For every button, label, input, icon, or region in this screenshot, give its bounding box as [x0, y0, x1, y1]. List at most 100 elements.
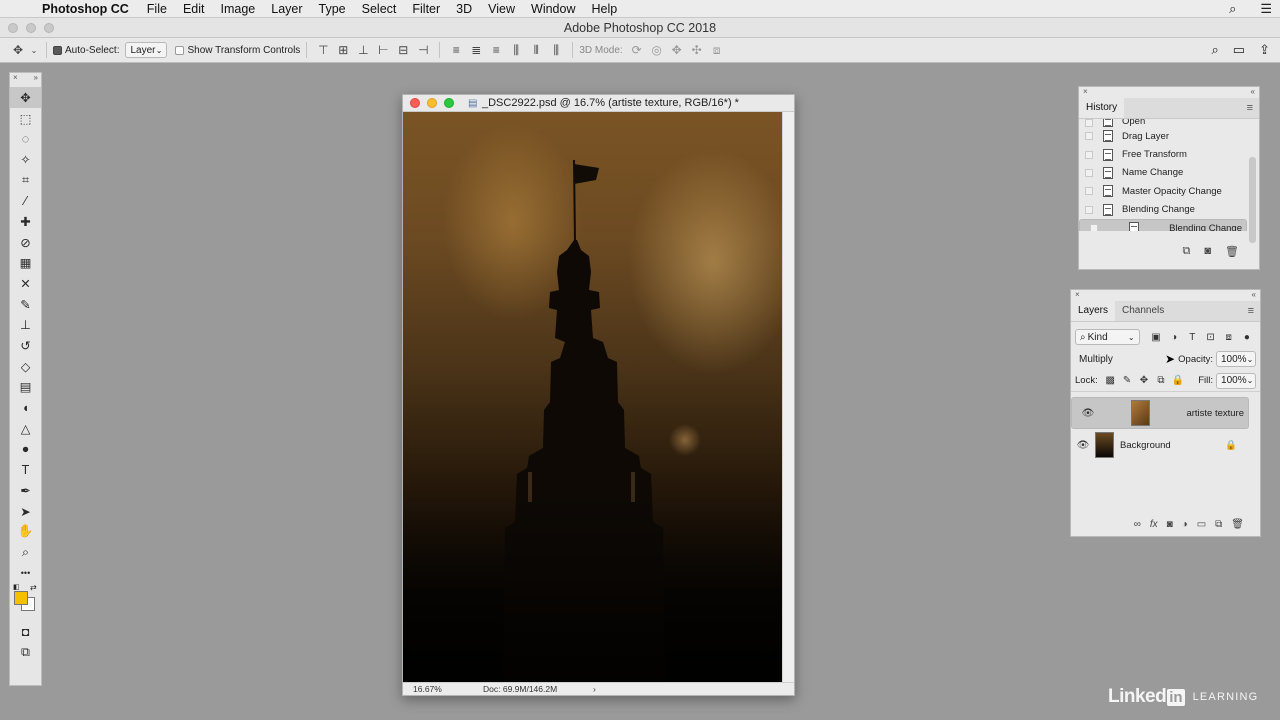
new-group-folder-icon[interactable]: ▭	[1197, 519, 1206, 530]
history-state[interactable]: Free Transform	[1079, 145, 1247, 163]
eraser-tool-icon[interactable]: ◇	[10, 356, 41, 377]
layer-row[interactable]: 👁 Background 🔒	[1071, 429, 1249, 461]
3d-roll-icon[interactable]: ◎	[647, 43, 667, 57]
history-state[interactable]: Open	[1079, 119, 1247, 127]
filter-pixel-icon[interactable]: ▣	[1147, 332, 1165, 343]
gradient-tool-icon[interactable]: ▤	[10, 377, 41, 398]
collapse-panel-icon[interactable]: «	[1251, 87, 1255, 98]
3d-orbit-icon[interactable]: ⟳	[627, 43, 647, 57]
history-source-checkbox[interactable]	[1085, 187, 1093, 196]
align-right-icon[interactable]: ⊣	[413, 43, 433, 57]
menu-list-icon[interactable]: ☰	[1260, 1, 1272, 17]
filter-type-icon[interactable]: T	[1183, 332, 1201, 343]
menu-help[interactable]: Help	[584, 2, 626, 16]
zoom-window-button[interactable]	[44, 23, 54, 33]
filter-toggle-icon[interactable]: ●	[1238, 332, 1256, 343]
history-state[interactable]: Drag Layer	[1079, 127, 1247, 145]
clone-stamp-tool-icon[interactable]: ⊥	[10, 315, 41, 336]
move-tool-preset-icon[interactable]: ✥	[8, 43, 28, 57]
quick-mask-icon[interactable]: ◘	[10, 622, 41, 643]
history-state[interactable]: Name Change	[1079, 164, 1247, 182]
layer-kind-filter[interactable]: ⌕ Kind ⌄	[1075, 329, 1140, 345]
distribute-hcenter-icon[interactable]: ⫴	[526, 43, 546, 58]
distribute-right-icon[interactable]: ⫼	[546, 43, 566, 58]
distribute-bottom-icon[interactable]: ≡	[486, 43, 506, 57]
move-tool-icon[interactable]: ✥	[10, 87, 41, 108]
spotlight-search-icon[interactable]: ⌕	[1229, 1, 1236, 17]
auto-select-checkbox[interactable]	[53, 45, 62, 55]
content-aware-move-tool-icon[interactable]: ✕	[10, 273, 41, 294]
visibility-eye-icon[interactable]: 👁	[1076, 408, 1100, 419]
chevron-down-icon[interactable]: ⌄	[28, 46, 40, 55]
align-hcenter-icon[interactable]: ⊟	[393, 43, 413, 57]
history-source-checkbox[interactable]	[1090, 224, 1098, 231]
distribute-vcenter-icon[interactable]: ≣	[466, 43, 486, 57]
layer-row[interactable]: 👁 artiste texture	[1071, 397, 1249, 429]
show-transform-controls-checkbox[interactable]	[175, 45, 185, 55]
distribute-left-icon[interactable]: ⫼	[506, 43, 526, 58]
lock-position-icon[interactable]: ✥	[1136, 375, 1153, 386]
align-top-icon[interactable]: ⊤	[313, 43, 333, 57]
history-scrollbar[interactable]	[1249, 157, 1256, 243]
vertical-scrollbar[interactable]	[782, 112, 794, 683]
panel-menu-icon[interactable]: ≡	[1248, 305, 1254, 317]
distribute-top-icon[interactable]: ≡	[446, 43, 466, 57]
healing-tool-icon[interactable]: ⊘	[10, 232, 41, 253]
screen-mode-icon[interactable]: ⧉	[10, 642, 41, 663]
auto-select-dropdown[interactable]: Layer ⌄	[125, 42, 168, 58]
collapse-panel-icon[interactable]: »	[34, 73, 38, 87]
history-state[interactable]: Master Opacity Change	[1079, 182, 1247, 200]
3d-slide-icon[interactable]: ✣	[687, 43, 707, 57]
marquee-tool-icon[interactable]: ⬚	[10, 108, 41, 129]
close-panel-icon[interactable]: ×	[13, 73, 18, 87]
menu-file[interactable]: File	[139, 2, 175, 16]
path-selection-tool-icon[interactable]: ➤	[10, 501, 41, 522]
history-state[interactable]: Blending Change	[1079, 218, 1247, 231]
minimize-document-button[interactable]	[427, 98, 437, 108]
3d-pan-icon[interactable]: ✥	[667, 43, 687, 57]
history-source-checkbox[interactable]	[1085, 132, 1093, 141]
trash-icon[interactable]: 🗑	[1231, 519, 1244, 530]
more-tools-icon[interactable]: •••	[10, 563, 41, 584]
adjustment-layer-icon[interactable]: ◑	[1182, 519, 1188, 530]
menu-select[interactable]: Select	[354, 2, 405, 16]
hand-tool-icon[interactable]: ✋	[10, 521, 41, 542]
history-source-checkbox[interactable]	[1085, 150, 1093, 159]
sharpen-tool-icon[interactable]: △	[10, 418, 41, 439]
history-state[interactable]: Blending Change	[1079, 201, 1247, 219]
menu-type[interactable]: Type	[311, 2, 354, 16]
pen-tool-icon[interactable]: ✒	[10, 480, 41, 501]
lasso-tool-icon[interactable]: ◌	[10, 128, 41, 149]
menu-filter[interactable]: Filter	[404, 2, 448, 16]
link-layers-icon[interactable]: ∞	[1134, 519, 1141, 530]
close-window-button[interactable]	[8, 23, 18, 33]
menu-edit[interactable]: Edit	[175, 2, 213, 16]
tab-history[interactable]: History	[1079, 97, 1125, 118]
menu-view[interactable]: View	[480, 2, 523, 16]
history-source-checkbox[interactable]	[1085, 119, 1093, 127]
type-tool-icon[interactable]: T	[10, 459, 41, 480]
lock-all-icon[interactable]: 🔒	[1169, 375, 1186, 386]
tab-layers[interactable]: Layers	[1071, 300, 1116, 321]
history-source-checkbox[interactable]	[1085, 168, 1093, 177]
add-mask-icon[interactable]: ◙	[1167, 519, 1173, 530]
app-menu[interactable]: Photoshop CC	[34, 2, 139, 16]
history-source-checkbox[interactable]	[1085, 205, 1093, 214]
crop-tool-icon[interactable]: ⌗	[10, 170, 41, 191]
zoom-document-button[interactable]	[444, 98, 454, 108]
menu-layer[interactable]: Layer	[263, 2, 310, 16]
history-brush-tool-icon[interactable]: ↺	[10, 335, 41, 356]
new-layer-icon[interactable]: ⧉	[1215, 519, 1222, 530]
magic-wand-tool-icon[interactable]: ✧	[10, 149, 41, 170]
search-icon[interactable]: ⌕	[1212, 42, 1219, 58]
lock-image-icon[interactable]: ✎	[1119, 375, 1136, 386]
eyedropper-tool-icon[interactable]: ⁄	[10, 190, 41, 211]
image-canvas[interactable]	[403, 112, 783, 683]
panel-menu-icon[interactable]: ≡	[1247, 102, 1253, 114]
share-icon[interactable]: ⇪	[1259, 42, 1270, 58]
filter-smart-object-icon[interactable]: ⧈	[1220, 332, 1238, 343]
lock-artboard-icon[interactable]: ⧉	[1152, 375, 1169, 386]
zoom-level[interactable]: 16.67%	[403, 683, 473, 695]
spot-healing-tool-icon[interactable]: ✚	[10, 211, 41, 232]
menu-image[interactable]: Image	[213, 2, 264, 16]
